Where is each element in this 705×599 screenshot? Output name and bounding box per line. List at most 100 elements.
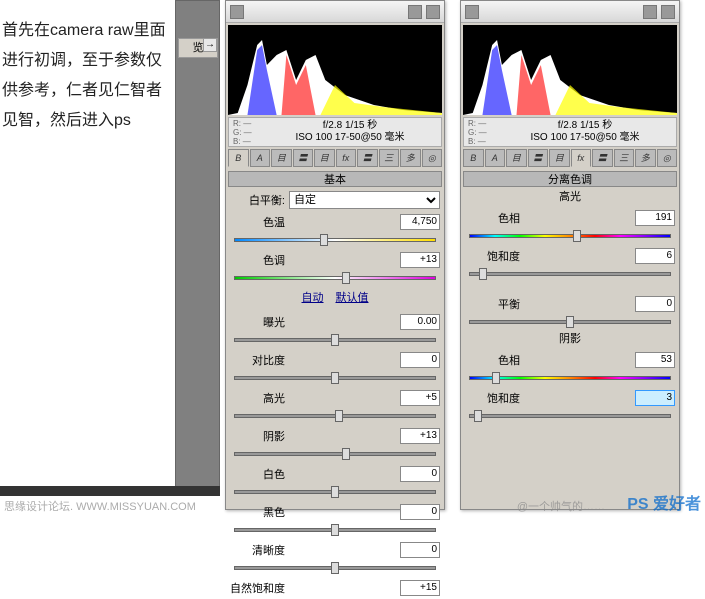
white-label: 白色: [230, 466, 285, 482]
tab-r6[interactable]: 〓: [592, 149, 613, 167]
tab-strip-r: B A 目 〓 目 fx 〓 三 多 ◎: [463, 149, 677, 169]
tab-r7[interactable]: 三: [614, 149, 635, 167]
tab-basic[interactable]: B: [228, 149, 249, 167]
auto-links: 自动默认值: [226, 289, 444, 307]
clarity-slider[interactable]: [226, 561, 444, 575]
s-hue-value[interactable]: 53: [635, 352, 675, 368]
tab-r2[interactable]: 目: [506, 149, 527, 167]
exposure-label: 曝光: [230, 314, 285, 330]
s-hue-slider[interactable]: [461, 371, 679, 385]
contrast-value[interactable]: 0: [400, 352, 440, 368]
white-slider[interactable]: [226, 485, 444, 499]
clarity-value[interactable]: 0: [400, 542, 440, 558]
tab-r0[interactable]: B: [463, 149, 484, 167]
exposure-slider[interactable]: [226, 333, 444, 347]
exposure-info-r: f/2.8 1/15 秒: [498, 120, 672, 132]
contrast-label: 对比度: [230, 352, 285, 368]
h-hue-slider[interactable]: [461, 229, 679, 243]
shadow-slider[interactable]: [226, 447, 444, 461]
section-basic: 基本: [228, 171, 442, 187]
tab-r5[interactable]: fx: [571, 149, 592, 167]
tab-8[interactable]: 多: [400, 149, 421, 167]
clip-icon[interactable]: [408, 5, 422, 19]
tab-strip: B A 目 〓 目 fx 〓 三 多 ◎: [228, 149, 442, 169]
tab-2[interactable]: 目: [271, 149, 292, 167]
clip-icon-r[interactable]: [643, 5, 657, 19]
h-hue-value[interactable]: 191: [635, 210, 675, 226]
h-sat-label: 饱和度: [465, 248, 520, 264]
temp-slider[interactable]: [226, 233, 444, 247]
section-highlight: 高光: [463, 189, 677, 205]
temp-label: 色温: [230, 214, 285, 230]
exposure-info: f/2.8 1/15 秒: [263, 120, 437, 132]
iso-info: ISO 100 17-50@50 毫米: [263, 132, 437, 144]
vibrance-label: 自然饱和度: [230, 580, 285, 596]
tab-7[interactable]: 三: [379, 149, 400, 167]
tab-r9[interactable]: ◎: [657, 149, 678, 167]
tab-r3[interactable]: 〓: [528, 149, 549, 167]
wb-select[interactable]: 自定: [289, 191, 440, 209]
contrast-slider[interactable]: [226, 371, 444, 385]
shadow-value[interactable]: +13: [400, 428, 440, 444]
highlight-slider[interactable]: [226, 409, 444, 423]
tab-r8[interactable]: 多: [635, 149, 656, 167]
balance-label: 平衡: [465, 296, 520, 312]
tint-value[interactable]: +13: [400, 252, 440, 268]
default-link[interactable]: 默认值: [336, 292, 369, 304]
watermark-logo: PS 爱好者: [627, 490, 701, 514]
menu-icon-r[interactable]: [661, 5, 675, 19]
section-split: 分离色调: [463, 171, 677, 187]
h-sat-value[interactable]: 6: [635, 248, 675, 264]
split-tone-panel: R: — G: — B: — f/2.8 1/15 秒ISO 100 17-50…: [460, 0, 680, 510]
vibrance-value[interactable]: +15: [400, 580, 440, 596]
black-label: 黑色: [230, 504, 285, 520]
wb-label: 白平衡:: [230, 192, 285, 208]
s-sat-value[interactable]: 3: [635, 390, 675, 406]
menu-icon[interactable]: [426, 5, 440, 19]
exposure-value[interactable]: 0.00: [400, 314, 440, 330]
white-value[interactable]: 0: [400, 466, 440, 482]
temp-value[interactable]: 4,750: [400, 214, 440, 230]
histogram-toggle-icon-r[interactable]: [465, 5, 479, 19]
tint-slider[interactable]: [226, 271, 444, 285]
h-hue-label: 色相: [465, 210, 520, 226]
iso-info-r: ISO 100 17-50@50 毫米: [498, 132, 672, 144]
footer-bar: [0, 486, 220, 496]
auto-link[interactable]: 自动: [302, 292, 324, 304]
black-slider[interactable]: [226, 523, 444, 537]
expand-button[interactable]: →: [203, 38, 217, 52]
h-sat-slider[interactable]: [461, 267, 679, 281]
tab-r1[interactable]: A: [485, 149, 506, 167]
histogram-toggle-icon[interactable]: [230, 5, 244, 19]
highlight-value[interactable]: +5: [400, 390, 440, 406]
camera-info: R: — G: — B: — f/2.8 1/15 秒ISO 100 17-50…: [228, 117, 442, 147]
section-shadow: 阴影: [463, 331, 677, 347]
tab-9[interactable]: ◎: [422, 149, 443, 167]
rgb-readout-r: R: — G: — B: —: [468, 119, 498, 146]
tab-6[interactable]: 〓: [357, 149, 378, 167]
camera-info-r: R: — G: — B: — f/2.8 1/15 秒ISO 100 17-50…: [463, 117, 677, 147]
tab-1[interactable]: A: [250, 149, 271, 167]
watermark-weibo: @一个帅气的……: [517, 498, 605, 514]
tint-label: 色调: [230, 252, 285, 268]
tab-r4[interactable]: 目: [549, 149, 570, 167]
histogram: [228, 25, 442, 115]
panel-toolbar-r: [461, 1, 679, 23]
s-sat-label: 饱和度: [465, 390, 520, 406]
tab-5[interactable]: fx: [336, 149, 357, 167]
black-value[interactable]: 0: [400, 504, 440, 520]
s-hue-label: 色相: [465, 352, 520, 368]
rgb-readout: R: — G: — B: —: [233, 119, 263, 146]
shadow-label: 阴影: [230, 428, 285, 444]
highlight-label: 高光: [230, 390, 285, 406]
tab-3[interactable]: 〓: [293, 149, 314, 167]
balance-value[interactable]: 0: [635, 296, 675, 312]
clarity-label: 清晰度: [230, 542, 285, 558]
balance-slider[interactable]: [461, 315, 679, 329]
s-sat-slider[interactable]: [461, 409, 679, 423]
watermark-left: 思缘设计论坛. WWW.MISSYUAN.COM: [4, 498, 196, 514]
panel-toolbar: [226, 1, 444, 23]
tab-4[interactable]: 目: [314, 149, 335, 167]
gray-sidebar: 览 →: [175, 0, 220, 490]
tutorial-text: 首先在camera raw里面进行初调，至于参数仅供参考，仁者见仁智者见智，然后…: [2, 16, 172, 136]
